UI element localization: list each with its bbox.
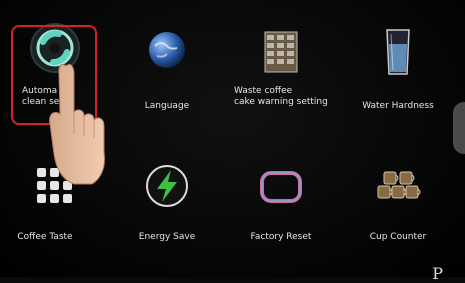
- water-glass-icon: [381, 26, 415, 82]
- side-scroll-handle[interactable]: [453, 102, 465, 154]
- cups-icon: [370, 166, 426, 214]
- coffee-grounds-box-icon: [259, 26, 303, 80]
- coffee-taste-label: Coffee Taste: [17, 232, 73, 242]
- cup-counter-label: Cup Counter: [369, 232, 427, 242]
- lightning-bolt-icon: [143, 162, 191, 214]
- waste-coffee-label: Waste coffee cake warning setting: [234, 86, 328, 107]
- language-label: Language: [144, 101, 190, 111]
- water-hardness-label: Water Hardness: [362, 101, 434, 111]
- globe-icon: [145, 28, 189, 76]
- energy-save-label: Energy Save: [138, 232, 196, 242]
- pointing-hand-icon: [44, 58, 108, 192]
- reset-frame-icon: [259, 170, 303, 208]
- settings-screen: Automa clean se Language Waste coffee ca…: [0, 0, 465, 283]
- factory-reset-label: Factory Reset: [250, 232, 312, 242]
- corner-glyph: P: [432, 264, 443, 283]
